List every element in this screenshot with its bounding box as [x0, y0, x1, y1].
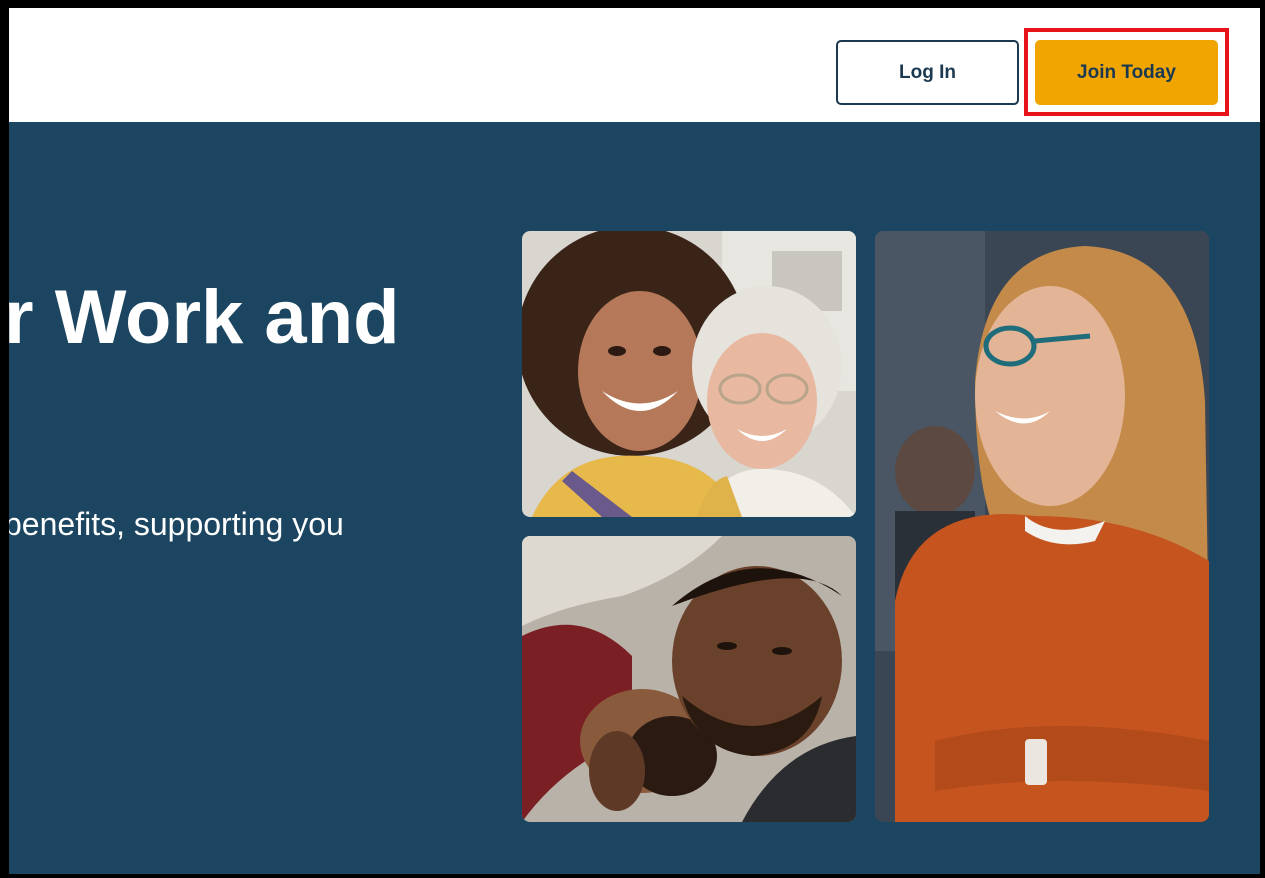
- login-button-label: Log In: [899, 61, 956, 83]
- site-header: Log In Join Today: [9, 8, 1260, 122]
- photo-woman-orange-sweater: [875, 231, 1209, 822]
- photo-two-women: [522, 231, 856, 517]
- hero-subtext: benefits, supporting you: [9, 506, 344, 542]
- photo-father-baby: [522, 536, 856, 822]
- join-today-button-label: Join Today: [1077, 61, 1176, 83]
- hero-headline: r Work and: [9, 275, 400, 360]
- login-button[interactable]: Log In: [836, 40, 1019, 105]
- page-frame: Log In Join Today r Work and benefits, s…: [9, 8, 1260, 874]
- join-today-button[interactable]: Join Today: [1035, 40, 1218, 105]
